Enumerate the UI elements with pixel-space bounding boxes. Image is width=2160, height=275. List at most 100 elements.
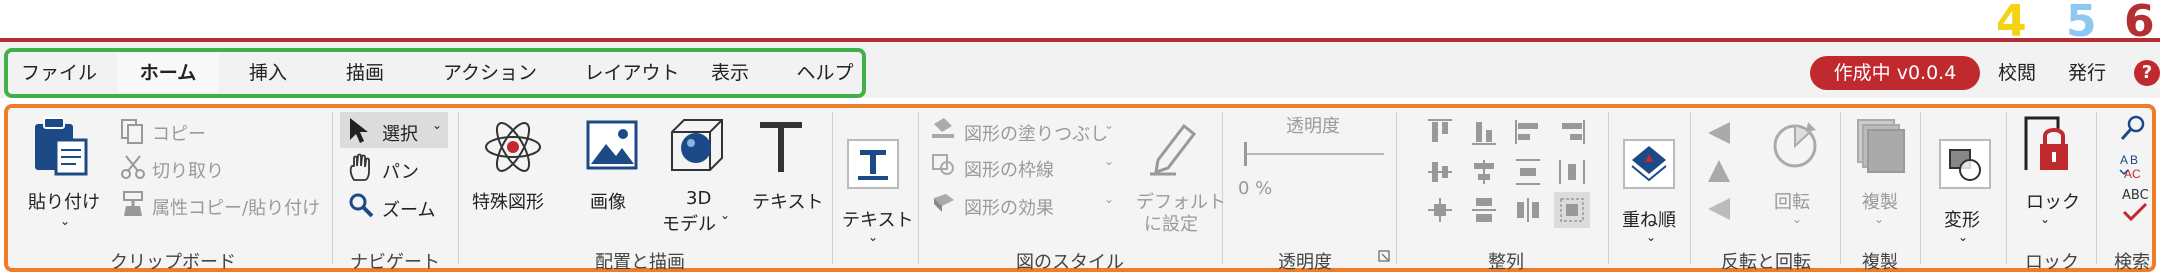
shape-outline-icon [932, 154, 954, 175]
lock-button-label[interactable]: ロック [2026, 188, 2080, 214]
shape-outline-button-label[interactable]: 図形の枠線 [964, 156, 1054, 182]
distribute-horizontal-icon[interactable] [1558, 158, 1586, 186]
pan-button-label[interactable]: パン [382, 158, 419, 184]
align-right-icon[interactable] [1558, 118, 1586, 146]
hand-pan-icon [349, 153, 370, 181]
transparency-slider-track[interactable] [1244, 153, 1384, 155]
separator [1840, 112, 1841, 264]
shape-fill-icon [932, 118, 954, 138]
spellcheck-abc-label: ABC [2122, 188, 2149, 203]
flip-left-icon[interactable] [1704, 118, 1734, 148]
chevron-down-icon[interactable]: ⌄ [1104, 154, 1114, 168]
separator [1608, 112, 1609, 264]
select-button-label: 選択 [382, 124, 418, 145]
align-columns-icon[interactable] [1514, 196, 1542, 224]
cut-button-label[interactable]: 切り取り [152, 157, 224, 183]
tab-review[interactable]: 校閲 [1998, 56, 2036, 90]
transparency-group-label: 透明度 [1278, 252, 1332, 273]
zoom-button-label[interactable]: ズーム [382, 196, 435, 222]
copy-button-label[interactable]: コピー [152, 120, 206, 146]
lock-icon[interactable] [2020, 114, 2074, 176]
distribute-vertical-icon[interactable] [1514, 158, 1542, 186]
chevron-down-icon[interactable]: ⌄ [1104, 192, 1114, 206]
align-group-label: 整列 [1488, 252, 1524, 273]
align-top-icon[interactable] [1426, 118, 1454, 146]
chevron-down-icon[interactable]: ⌄ [1792, 212, 1802, 226]
text-button-label[interactable]: テキスト [752, 188, 823, 214]
svg-text:AC: AC [2124, 167, 2141, 181]
separator [2096, 112, 2097, 264]
dialog-launcher-icon[interactable] [1378, 250, 1390, 262]
placement-group-label: 配置と描画 [595, 252, 685, 273]
chevron-down-icon[interactable]: ⌄ [1874, 212, 1884, 226]
flip-right-icon[interactable] [1704, 194, 1734, 224]
format-painter-icon [123, 191, 143, 216]
rotate-icon[interactable] [1770, 118, 1820, 174]
text-box-icon[interactable] [846, 138, 900, 190]
separator [1690, 112, 1691, 264]
copy-icon [121, 119, 143, 144]
transparency-label: 透明度 [1286, 116, 1340, 137]
format-painter-button-label[interactable]: 属性コピー/貼り付け [152, 194, 320, 220]
chevron-down-icon[interactable]: ⌄ [1104, 118, 1114, 132]
duplicate-button-label[interactable]: 複製 [1862, 188, 1898, 214]
text-group-button-label[interactable]: テキスト [842, 206, 913, 232]
3d-model-button-line2[interactable]: モデル [662, 210, 716, 236]
align-cross-icon[interactable] [1426, 196, 1454, 224]
separator [918, 112, 919, 264]
shape-effects-icon [934, 194, 954, 212]
align-left-icon[interactable] [1514, 118, 1542, 146]
status-badge: 作成中 v0.0.4 [1810, 56, 1980, 90]
shape-effects-button-label[interactable]: 図形の効果 [964, 194, 1054, 220]
text-t-icon[interactable] [758, 120, 804, 174]
shape-fill-button-label[interactable]: 図形の塗りつぶし [964, 120, 1108, 146]
separator [832, 112, 833, 264]
chevron-down-icon[interactable]: ⌄ [2040, 212, 2050, 226]
align-stack-icon[interactable] [1470, 196, 1498, 224]
replace-icon[interactable]: A B AC [2118, 152, 2150, 181]
transparency-value: 0 % [1238, 178, 1273, 199]
3d-cube-icon[interactable] [668, 116, 726, 174]
3d-model-button-line1[interactable]: 3D [686, 188, 711, 209]
svg-text:B: B [2130, 153, 2138, 167]
flip-rotate-group-label: 反転と回転 [1721, 252, 1811, 273]
search-group-label: 検索 [2114, 252, 2150, 273]
paste-icon[interactable] [32, 116, 92, 178]
shape-style-group-label: 図のスタイル [1016, 252, 1124, 273]
find-icon[interactable] [2120, 114, 2148, 142]
align-bottom-icon[interactable] [1470, 118, 1498, 146]
transparency-slider-thumb[interactable] [1244, 142, 1247, 166]
image-icon[interactable] [586, 120, 638, 170]
flip-up-icon[interactable] [1704, 156, 1734, 186]
layer-order-icon[interactable] [1622, 138, 1676, 190]
atom-special-shape-icon[interactable] [482, 118, 544, 176]
transform-button-label[interactable]: 変形 [1944, 206, 1980, 232]
group-icon[interactable] [1558, 196, 1586, 224]
zoom-icon [349, 193, 374, 218]
chevron-down-icon[interactable]: ⌄ [720, 208, 730, 222]
chevron-down-icon[interactable]: ⌄ [1646, 230, 1656, 244]
duplicate-icon[interactable] [1856, 118, 1906, 174]
special-shape-button-label[interactable]: 特殊図形 [472, 188, 544, 214]
transform-icon[interactable] [1938, 138, 1992, 190]
chevron-down-icon[interactable]: ⌄ [1958, 230, 1968, 244]
set-default-button-line2[interactable]: に設定 [1144, 210, 1198, 236]
image-button-label[interactable]: 画像 [590, 188, 626, 214]
rotate-button-label[interactable]: 回転 [1774, 188, 1810, 214]
chevron-down-icon[interactable]: ⌄ [868, 230, 878, 244]
help-icon[interactable]: ? [2134, 60, 2160, 86]
duplicate-group-label: 複製 [1862, 252, 1898, 273]
chevron-down-icon[interactable]: ⌄ [60, 214, 70, 228]
spellcheck-icon[interactable] [2122, 202, 2148, 222]
pen-icon [1150, 123, 1197, 176]
chevron-down-icon: ⌄ [432, 118, 443, 132]
lock-group-label: ロック [2025, 252, 2079, 273]
layer-order-button-label[interactable]: 重ね順 [1622, 206, 1676, 232]
align-center-icon[interactable] [1470, 158, 1498, 186]
align-middle-icon[interactable] [1426, 158, 1454, 186]
cursor-arrow-icon [350, 118, 368, 143]
tab-publish[interactable]: 発行 [2068, 56, 2106, 90]
paste-button-label[interactable]: 貼り付け [28, 188, 100, 214]
separator [1920, 112, 1921, 264]
navigate-group-label: ナビゲート [350, 252, 440, 273]
